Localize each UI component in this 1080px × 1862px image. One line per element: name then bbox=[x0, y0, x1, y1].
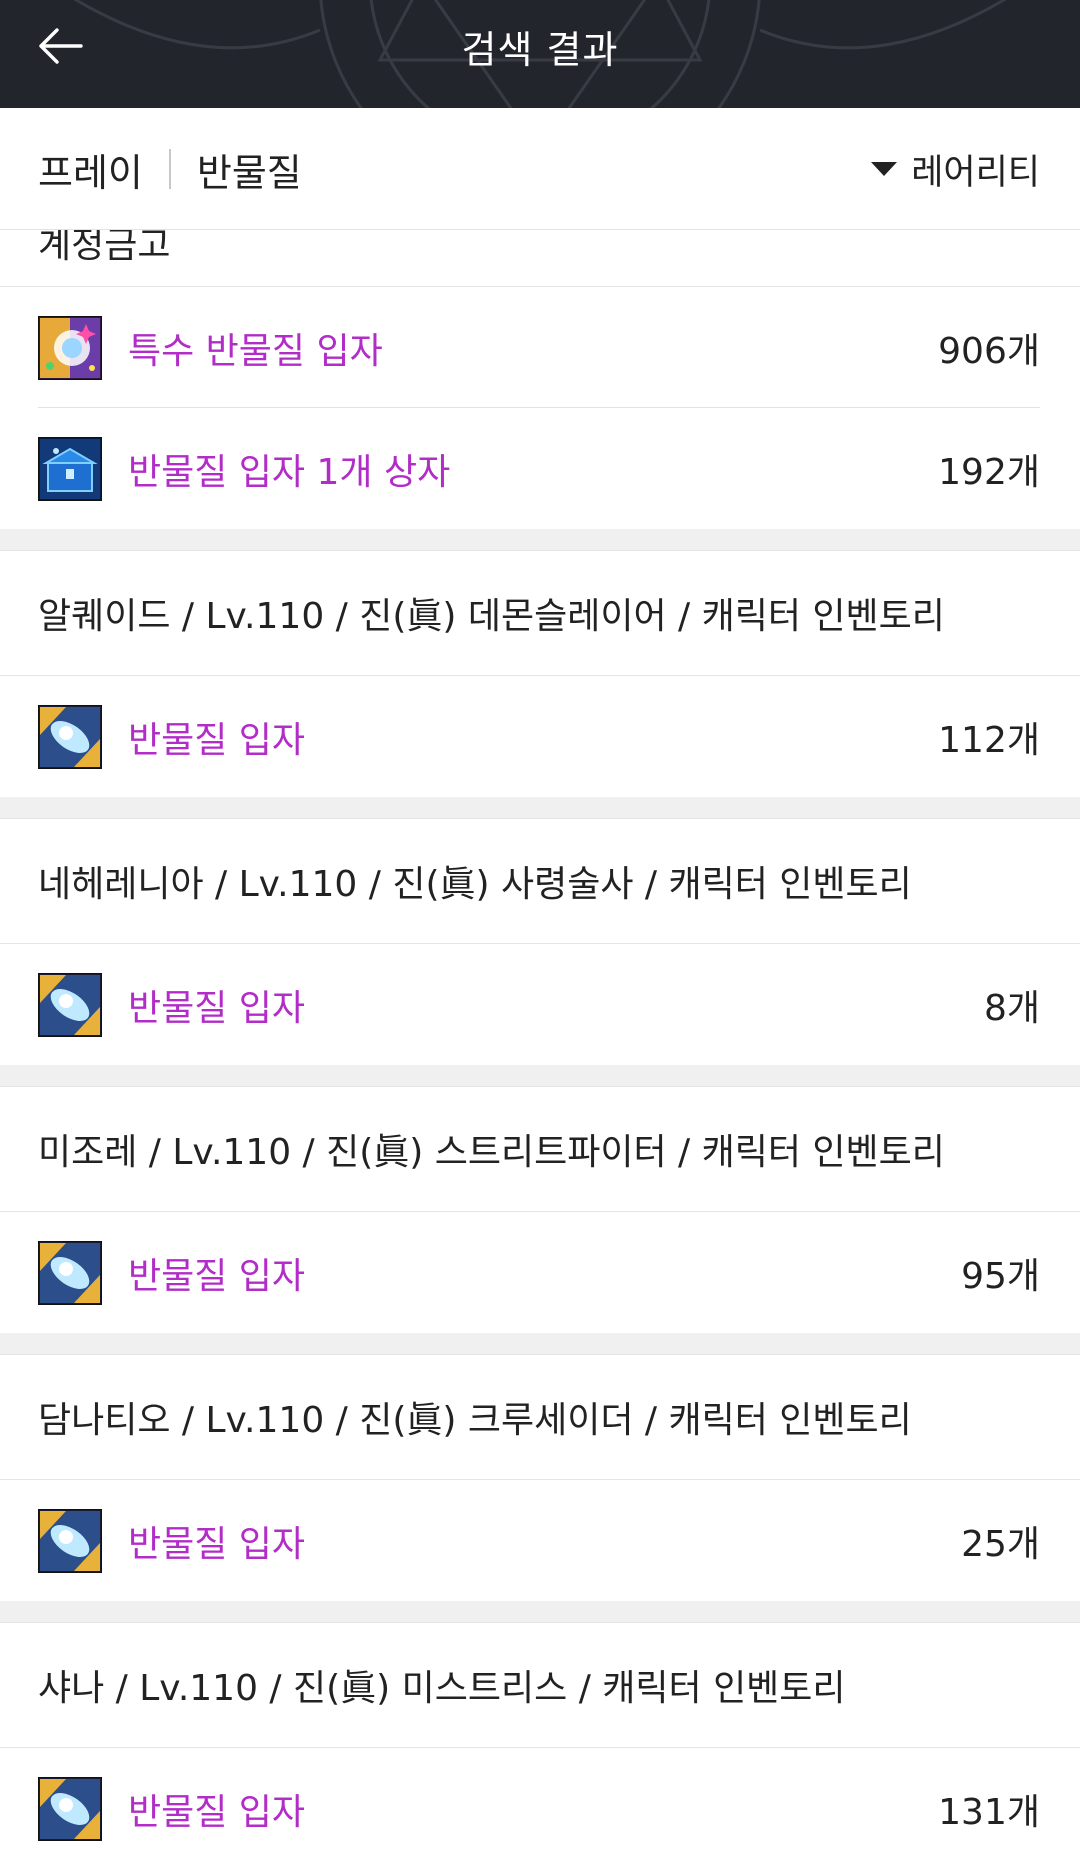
item-name: 반물질 입자 bbox=[128, 1255, 306, 1297]
page-title: 검색 결과 bbox=[461, 27, 619, 72]
item-name: 반물질 입자 bbox=[128, 719, 306, 761]
group-header: 네헤레니아 / Lv.110 / 진(眞) 사령술사 / 캐릭터 인벤토리 bbox=[0, 819, 1080, 944]
item-count: 192개 bbox=[938, 451, 1040, 493]
item-count: 8개 bbox=[983, 987, 1040, 1029]
group-header: 계정금고 bbox=[0, 220, 1080, 287]
item-count: 95개 bbox=[961, 1255, 1040, 1297]
list-item[interactable]: 특수 반물질 입자 906개 bbox=[0, 287, 1080, 408]
section-gap bbox=[0, 797, 1080, 819]
special-antimatter-particle-icon bbox=[38, 315, 102, 380]
list-item[interactable]: 반물질 입자 25개 bbox=[0, 1480, 1080, 1601]
antimatter-particle-box-icon bbox=[38, 436, 102, 501]
group-header: 샤나 / Lv.110 / 진(眞) 미스트리스 / 캐릭터 인벤토리 bbox=[0, 1623, 1080, 1748]
item-count: 131개 bbox=[938, 1791, 1040, 1833]
antimatter-particle-icon bbox=[38, 972, 102, 1037]
top-app-bar: 검색 결과 bbox=[0, 0, 1080, 108]
app: 검색 결과 프레이 반물질 레어리티 계정금고 특수 반물질 입자 906개 반… bbox=[0, 0, 1080, 1862]
list-item[interactable]: 반물질 입자 131개 bbox=[0, 1748, 1080, 1862]
list-item[interactable]: 반물질 입자 112개 bbox=[0, 676, 1080, 797]
group-header: 미조레 / Lv.110 / 진(眞) 스트리트파이터 / 캐릭터 인벤토리 bbox=[0, 1087, 1080, 1212]
item-name: 반물질 입자 1개 상자 bbox=[128, 451, 451, 493]
result-list: 계정금고 특수 반물질 입자 906개 반물질 입자 1개 상자 192개 알퀘… bbox=[0, 220, 1080, 1862]
caret-down-icon bbox=[871, 162, 898, 176]
section-gap bbox=[0, 1333, 1080, 1355]
antimatter-particle-icon bbox=[38, 704, 102, 769]
antimatter-particle-icon bbox=[38, 1240, 102, 1305]
item-count: 25개 bbox=[961, 1523, 1040, 1565]
item-name: 반물질 입자 bbox=[128, 1791, 306, 1833]
item-count: 112개 bbox=[938, 719, 1040, 761]
group-header: 알퀘이드 / Lv.110 / 진(眞) 데몬슬레이어 / 캐릭터 인벤토리 bbox=[0, 551, 1080, 676]
item-name: 특수 반물질 입자 bbox=[128, 330, 383, 372]
item-name: 반물질 입자 bbox=[128, 987, 306, 1029]
sort-label: 레어리티 bbox=[911, 152, 1040, 193]
list-item[interactable]: 반물질 입자 95개 bbox=[0, 1212, 1080, 1333]
section-gap bbox=[0, 1065, 1080, 1087]
section-gap bbox=[0, 529, 1080, 551]
keyword-filter[interactable]: 반물질 bbox=[197, 142, 302, 197]
antimatter-particle-icon bbox=[38, 1776, 102, 1841]
section-gap bbox=[0, 1601, 1080, 1623]
antimatter-particle-icon bbox=[38, 1508, 102, 1573]
filter-bar: 프레이 반물질 레어리티 bbox=[0, 108, 1080, 230]
item-name: 반물질 입자 bbox=[128, 1523, 306, 1565]
filter-divider bbox=[168, 149, 171, 189]
list-item[interactable]: 반물질 입자 1개 상자 192개 bbox=[0, 408, 1080, 529]
search-criteria: 프레이 반물질 bbox=[38, 108, 302, 230]
sort-dropdown[interactable]: 레어리티 bbox=[871, 108, 1040, 230]
server-filter[interactable]: 프레이 bbox=[38, 142, 143, 197]
list-item[interactable]: 반물질 입자 8개 bbox=[0, 944, 1080, 1065]
group-header: 담나티오 / Lv.110 / 진(眞) 크루세이더 / 캐릭터 인벤토리 bbox=[0, 1355, 1080, 1480]
item-count: 906개 bbox=[938, 330, 1040, 372]
